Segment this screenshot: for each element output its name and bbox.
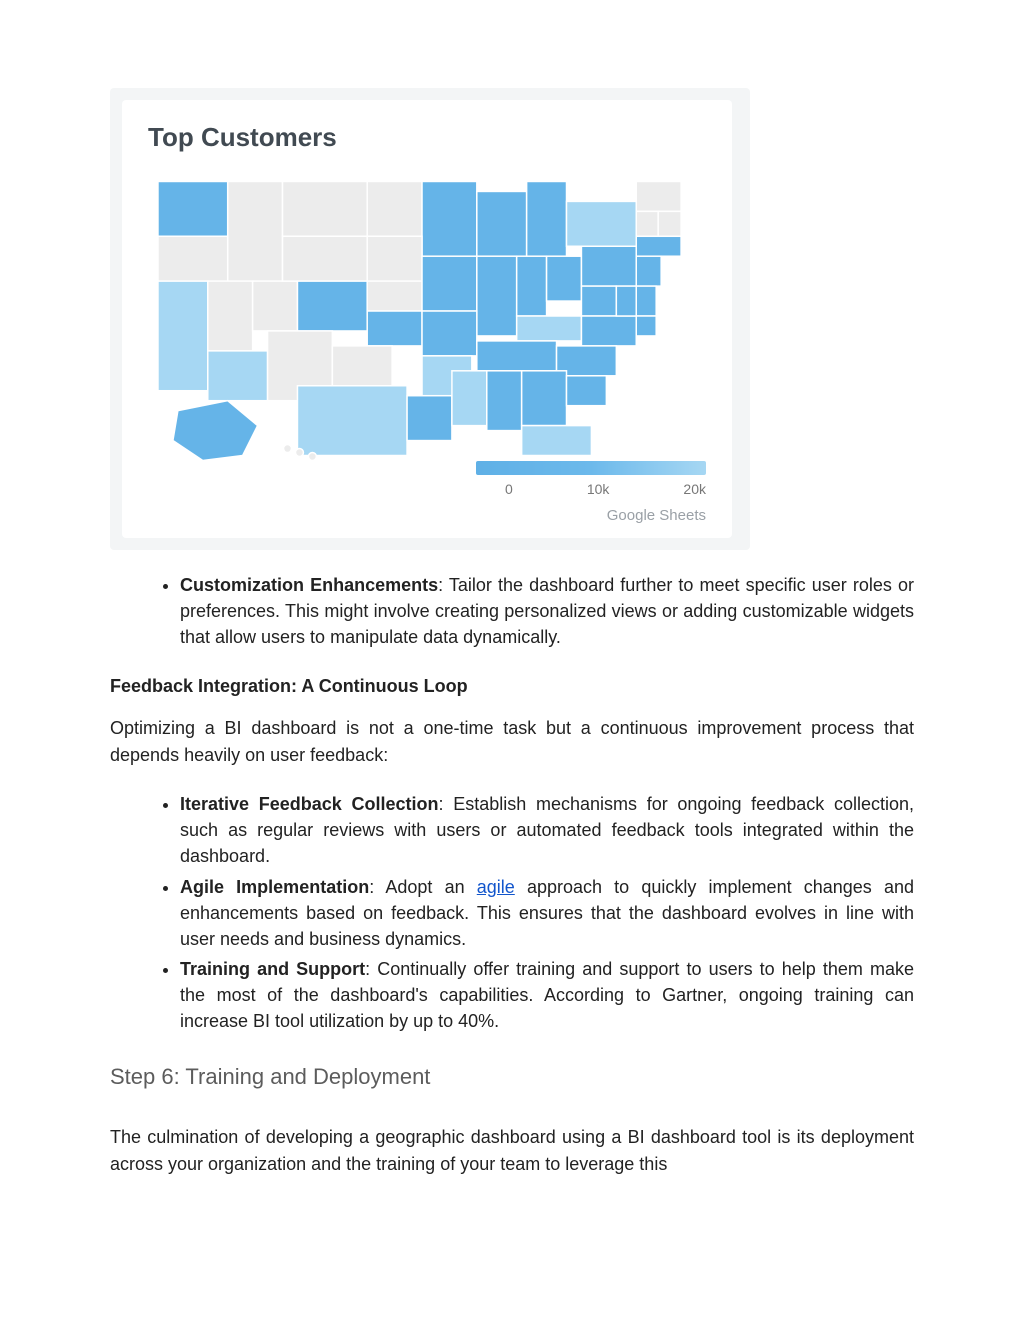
- map-legend-labels: 0 10k 20k: [148, 481, 706, 497]
- map-inner: Top Customers .none { fill:#ececec; } .l…: [122, 100, 732, 538]
- legend-tick: 20k: [683, 481, 706, 497]
- section-subheading: Feedback Integration: A Continuous Loop: [110, 676, 914, 697]
- bullet-label: Customization Enhancements: [180, 575, 438, 595]
- page: Top Customers .none { fill:#ececec; } .l…: [0, 0, 1024, 1218]
- list-item: Training and Support: Continually offer …: [180, 956, 914, 1034]
- list-item: Agile Implementation: Adopt an agile app…: [180, 874, 914, 952]
- map-source: Google Sheets: [148, 507, 706, 524]
- bullet-list-1: Customization Enhancements: Tailor the d…: [110, 572, 914, 650]
- bullet-label: Iterative Feedback Collection: [180, 794, 439, 814]
- step-heading: Step 6: Training and Deployment: [110, 1064, 914, 1090]
- map-legend-bar: [476, 461, 706, 475]
- list-item: Iterative Feedback Collection: Establish…: [180, 791, 914, 869]
- bullet-label: Training and Support: [180, 959, 365, 979]
- legend-tick: 0: [505, 481, 513, 497]
- map-title: Top Customers: [148, 122, 706, 153]
- usa-map-icon: .none { fill:#ececec; } .light { fill:#a…: [148, 171, 706, 461]
- legend-tick: 10k: [587, 481, 610, 497]
- agile-link[interactable]: agile: [477, 877, 515, 897]
- bullet-list-2: Iterative Feedback Collection: Establish…: [110, 791, 914, 1034]
- list-item: Customization Enhancements: Tailor the d…: [180, 572, 914, 650]
- intro-paragraph: Optimizing a BI dashboard is not a one-t…: [110, 715, 914, 769]
- bullet-text-pre: : Adopt an: [369, 877, 477, 897]
- map-card: Top Customers .none { fill:#ececec; } .l…: [110, 88, 750, 550]
- final-paragraph: The culmination of developing a geograph…: [110, 1124, 914, 1178]
- bullet-label: Agile Implementation: [180, 877, 369, 897]
